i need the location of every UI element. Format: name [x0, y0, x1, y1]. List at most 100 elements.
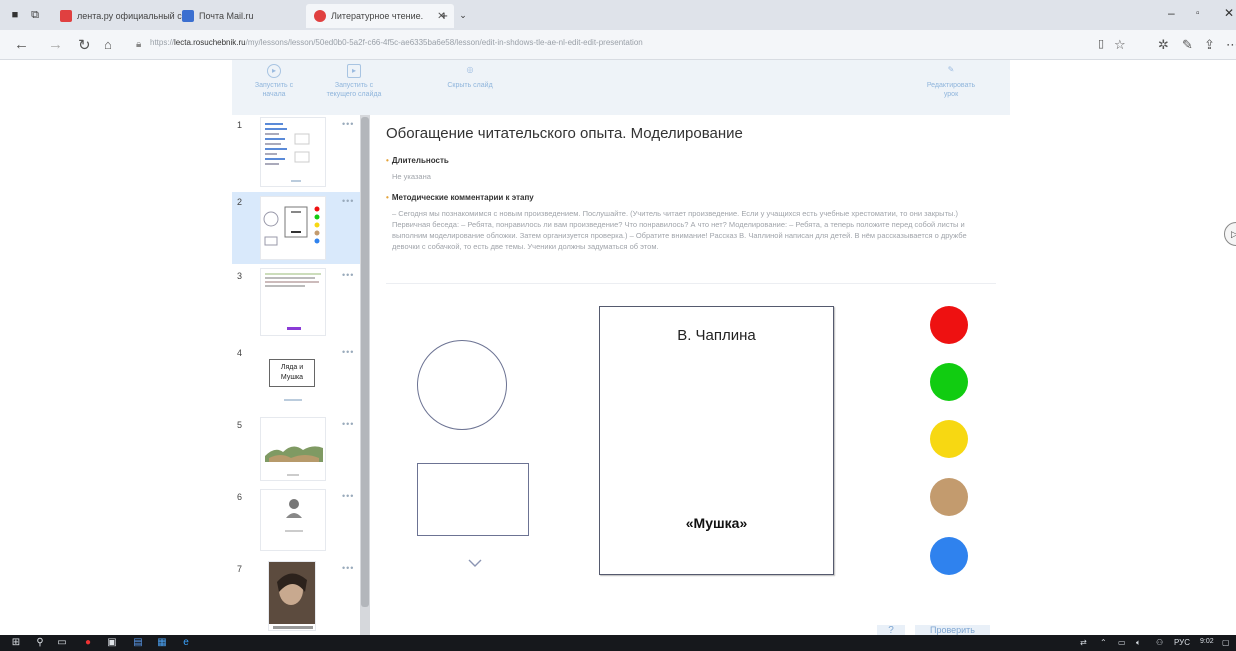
start-current-label: Запустить с текущего слайда — [326, 82, 382, 98]
slide-menu-dots[interactable]: ••• — [342, 419, 354, 429]
forward-icon[interactable]: → — [48, 36, 63, 53]
lock-icon: 🔒︎ — [136, 39, 142, 50]
comments-heading: Методические комментарии к этапу — [386, 193, 534, 202]
divider — [386, 283, 996, 284]
browser-tab-bar: ■ ⧉ лента.ру официальный сай Почта Mail.… — [0, 0, 1236, 30]
slide-number: 1 — [237, 120, 243, 130]
edit-label: Редактировать урок — [926, 82, 976, 98]
more-icon[interactable]: ⋯ — [1226, 37, 1236, 53]
hide-slide-button[interactable]: ◎ Скрыть слайд — [444, 64, 496, 90]
model-rectangle-shape — [417, 463, 529, 536]
slide-thumbnail-item-selected[interactable]: 2 ••• — [232, 192, 360, 264]
url-path: /my/lessons/lesson/50ed0b0-5a2f-c66-4f5c… — [245, 38, 643, 47]
app-icon[interactable]: ▦ — [156, 637, 168, 649]
tabs-overview-icon[interactable]: ⧉ — [28, 8, 42, 22]
slide-number: 7 — [237, 564, 243, 574]
color-dot-green — [930, 363, 968, 401]
color-dot-yellow — [930, 420, 968, 458]
tab-lenta[interactable]: лента.ру официальный сай — [60, 6, 192, 26]
address-bar: ← → ↻ ⌂ 🔒︎ https://lecta.rosuchebnik.ru/… — [0, 30, 1236, 60]
chevron-down-icon[interactable]: ⌄ — [456, 8, 470, 22]
book-title: «Мушка» — [685, 515, 748, 531]
slide-number: 5 — [237, 420, 243, 430]
slide-preview — [260, 417, 326, 481]
slide-list: 1 ••• 2 ••• 3 ••• 4 ••• Ляда и Мушка 5 •… — [232, 115, 360, 635]
slide-menu-dots[interactable]: ••• — [342, 119, 354, 129]
notes-pen-icon[interactable]: ✎ — [1182, 37, 1193, 53]
start-from-beginning-button[interactable]: ▸ Запустить с начала — [254, 64, 294, 99]
chevron-down-icon[interactable] — [467, 555, 483, 571]
refresh-icon[interactable]: ↻ — [78, 36, 91, 54]
store-icon[interactable]: ▣ — [106, 637, 118, 649]
clock[interactable]: 9:02 — [1200, 638, 1214, 645]
tab-label: лента.ру официальный сай — [77, 11, 192, 21]
scrollbar-thumb[interactable] — [361, 117, 369, 607]
url-field[interactable]: https://lecta.rosuchebnik.ru/my/lessons/… — [150, 38, 643, 47]
notification-icon[interactable]: ▢ — [1222, 638, 1230, 647]
sidebar-scrollbar[interactable] — [360, 115, 370, 635]
methodical-comments: – Сегодня мы познакомимся с новым произв… — [392, 209, 967, 251]
slide-thumbnail-item[interactable]: 3 ••• — [232, 266, 360, 341]
slide-number: 4 — [237, 348, 243, 358]
back-icon[interactable]: ← — [14, 36, 29, 53]
slide-thumbnail-item[interactable]: 7 ••• — [232, 559, 360, 635]
slide-thumbnail-item[interactable]: 4 ••• Ляда и Мушка — [232, 343, 360, 413]
pencil-icon: ✎ — [947, 65, 955, 74]
favorites-hub-icon[interactable]: ✲ — [1158, 37, 1169, 53]
browser-menu-icon[interactable]: ■ — [8, 8, 22, 22]
battery-icon[interactable]: ▭ — [1118, 638, 1126, 647]
slide-preview — [260, 489, 326, 551]
new-tab-icon[interactable]: + — [437, 8, 451, 23]
eye-icon: ◎ — [466, 65, 474, 74]
hide-slide-label: Скрыть слайд — [447, 82, 493, 89]
slide-preview — [260, 268, 326, 336]
book-author: В. Чаплина — [677, 327, 756, 344]
window-close-icon[interactable]: ✕ — [1224, 6, 1234, 20]
home-icon[interactable]: ⌂ — [104, 37, 112, 52]
favorite-star-icon[interactable]: ☆ — [1114, 37, 1126, 53]
tab-literature[interactable]: Литературное чтение. ✕ — [306, 4, 454, 28]
slide-menu-dots[interactable]: ••• — [342, 270, 354, 280]
maximize-icon[interactable]: ▫ — [1196, 8, 1200, 19]
minimize-icon[interactable]: – — [1168, 6, 1175, 20]
color-dot-red — [930, 306, 968, 344]
slide-menu-dots[interactable]: ••• — [342, 491, 354, 501]
start-label: Запустить с начала — [254, 82, 294, 98]
slide-menu-dots[interactable]: ••• — [342, 347, 354, 357]
play-icon: ▸ — [267, 64, 281, 78]
reading-view-icon[interactable]: ▯ — [1098, 37, 1104, 50]
lesson-content: Обогащение читательского опыта. Моделиро… — [372, 115, 1010, 639]
duration-value: Не указана — [392, 172, 431, 181]
windows-taskbar: ⊞ ⚲ ▭ ● ▣ ▤ ▦ e ⇄ ⌃ ▭ 🔈︎ ⚇ РУС 9:02 ▢ — [0, 635, 1236, 651]
windows-start-icon[interactable]: ⊞ — [10, 637, 22, 649]
input-language[interactable]: РУС — [1174, 638, 1190, 647]
volume-icon[interactable]: 🔈︎ — [1136, 638, 1141, 648]
slide-menu-dots[interactable]: ••• — [342, 563, 354, 573]
color-dot-blue — [930, 537, 968, 575]
edit-lesson-button[interactable]: ✎ Редактировать урок — [922, 64, 980, 99]
start-from-current-button[interactable]: ▸ Запустить с текущего слайда — [326, 64, 382, 99]
search-icon[interactable]: ⚲ — [34, 637, 46, 649]
explorer-icon[interactable]: ▤ — [132, 637, 144, 649]
url-domain: lecta.rosuchebnik.ru — [174, 38, 246, 47]
chevron-up-icon[interactable]: ⌃ — [1100, 638, 1107, 647]
book-cover-model: В. Чаплина «Мушка» — [599, 306, 834, 575]
person-icon[interactable]: ⚇ — [1156, 638, 1163, 647]
slide-thumbnail-item[interactable]: 5 ••• — [232, 415, 360, 485]
slide-thumbnail-item[interactable]: 6 ••• — [232, 487, 360, 557]
page-title: Обогащение читательского опыта. Моделиро… — [386, 125, 743, 142]
tab-mail[interactable]: Почта Mail.ru — [182, 6, 254, 26]
color-dot-brown — [930, 478, 968, 516]
opera-icon[interactable]: ● — [82, 637, 94, 649]
slide-menu-dots[interactable]: ••• — [342, 196, 354, 206]
side-panel-toggle-icon[interactable]: ▷ — [1224, 222, 1236, 246]
slide-preview: Ляда и Мушка — [260, 347, 326, 409]
task-view-icon[interactable]: ▭ — [56, 637, 68, 649]
network-icon[interactable]: ⇄ — [1080, 638, 1087, 647]
edge-icon[interactable]: e — [180, 637, 192, 649]
model-circle-shape — [417, 340, 507, 430]
duration-heading: Длительность — [386, 156, 449, 165]
share-icon[interactable]: ⇪ — [1204, 37, 1215, 53]
slide-thumbnail-item[interactable]: 1 ••• — [232, 115, 360, 190]
lesson-toolbar: ▸ Запустить с начала ▸ Запустить с текущ… — [232, 60, 1010, 115]
